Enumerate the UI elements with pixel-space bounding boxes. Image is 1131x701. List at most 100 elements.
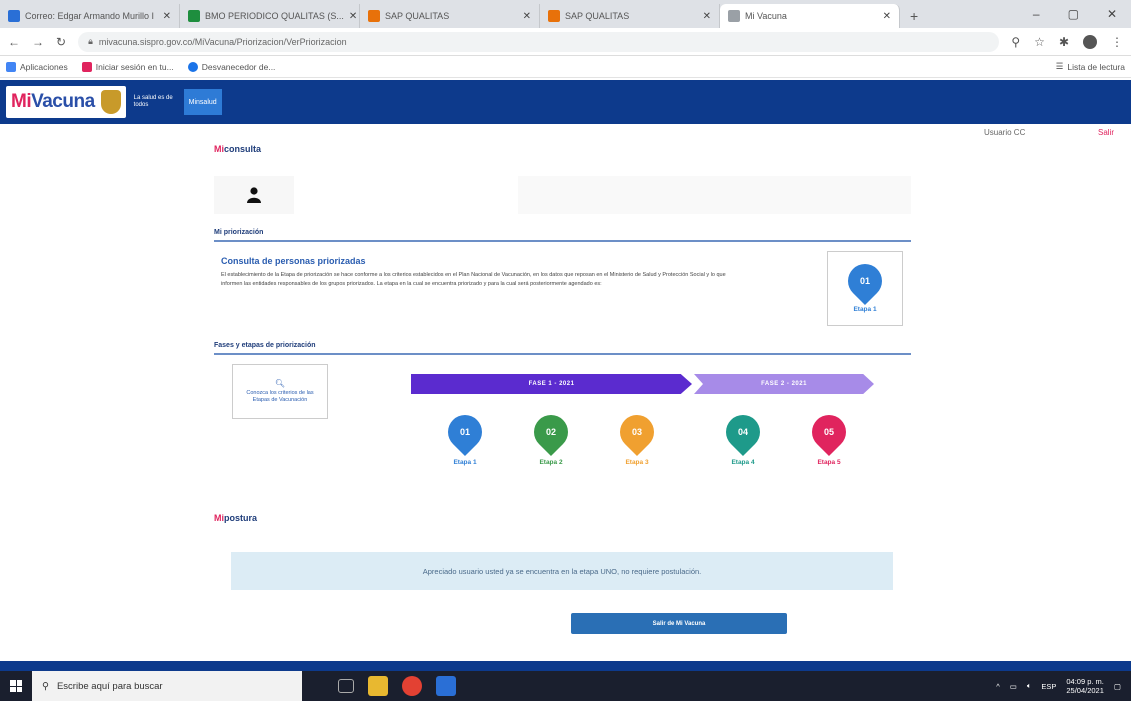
file-explorer-icon[interactable] xyxy=(368,676,388,696)
outlook-icon[interactable] xyxy=(436,676,456,696)
mail-icon xyxy=(8,10,20,22)
bookmark-apps[interactable]: Aplicaciones xyxy=(6,61,68,72)
sheet-icon xyxy=(188,10,200,22)
stage-label: Etapa 1 xyxy=(853,306,877,313)
zoom-icon[interactable]: ⚲ xyxy=(1011,35,1020,49)
close-icon[interactable]: ✕ xyxy=(703,11,711,22)
fases-subhead: Fases y etapas de priorización xyxy=(214,342,911,355)
logout-link[interactable]: Salir xyxy=(1098,128,1114,137)
salud-slogan: La salud es de todos xyxy=(133,95,173,108)
location-pin-icon: 05 xyxy=(804,407,854,457)
sap-icon xyxy=(548,10,560,22)
tab-title: BMO PERIODICO QUALITAS (S... xyxy=(205,11,344,21)
sap-icon xyxy=(368,10,380,22)
close-window-icon[interactable]: ✕ xyxy=(1107,7,1117,21)
windows-logo-icon xyxy=(10,680,22,692)
page-title: Miconsulta xyxy=(214,144,262,154)
profile-avatar[interactable] xyxy=(1083,34,1097,49)
window-controls: – ▢ ✕ xyxy=(1033,0,1131,28)
user-name: Usuario CC xyxy=(984,128,1026,137)
back-icon[interactable]: ← xyxy=(8,35,20,49)
stage-label: Etapa 5 xyxy=(817,459,841,466)
info-message: Apreciado usuario usted ya se encuentra … xyxy=(231,552,893,590)
current-stage-card: 01 Etapa 1 xyxy=(827,251,903,326)
volume-icon[interactable]: 🔈︎ xyxy=(1027,681,1032,691)
app-footer xyxy=(0,661,1131,671)
stage-label: Etapa 4 xyxy=(731,459,755,466)
browser-tab[interactable]: SAP QUALITAS ✕ xyxy=(360,4,540,28)
taskbar: ⚲ Escribe aquí para buscar ^ ▭ 🔈︎ ESP 04… xyxy=(0,671,1131,701)
stage-item[interactable]: 01 Etapa 1 xyxy=(435,407,495,466)
new-tab-button[interactable]: + xyxy=(900,4,928,28)
lock-icon: 🔒︎ xyxy=(88,36,93,46)
tab-title: SAP QUALITAS xyxy=(565,11,630,21)
globe-icon xyxy=(187,61,198,72)
postura-title: Mipostura xyxy=(214,513,258,523)
close-icon[interactable]: ✕ xyxy=(883,11,891,22)
tab-title: Correo: Edgar Armando Murillo I xyxy=(25,11,155,21)
stage-label: Etapa 2 xyxy=(539,459,563,466)
reading-list[interactable]: ☰ Lista de lectura xyxy=(1056,61,1125,72)
stage-item[interactable]: 02 Etapa 2 xyxy=(521,407,581,466)
minimize-icon[interactable]: – xyxy=(1033,7,1040,21)
tab-title: SAP QUALITAS xyxy=(385,11,450,21)
close-icon[interactable]: ✕ xyxy=(523,11,531,22)
coat-of-arms-icon xyxy=(100,90,121,114)
notifications-icon[interactable]: ▢ xyxy=(1114,682,1121,691)
bookmark-login[interactable]: Iniciar sesión en tu... xyxy=(81,61,174,72)
nav-minsalud[interactable]: Minsalud xyxy=(183,89,222,115)
forward-icon[interactable]: → xyxy=(32,35,44,49)
user-card xyxy=(214,176,911,214)
person-icon xyxy=(247,187,261,203)
location-pin-icon: 01 xyxy=(840,256,890,306)
browser-tab[interactable]: SAP QUALITAS ✕ xyxy=(540,4,720,28)
location-pin-icon: 01 xyxy=(440,407,490,457)
priorizacion-description: El establecimiento de la Etapa de priori… xyxy=(221,272,726,287)
location-pin-icon: 04 xyxy=(718,407,768,457)
url-text: mivacuna.sispro.gov.co/MiVacuna/Prioriza… xyxy=(98,36,347,47)
search-icon: 🔍︎ xyxy=(274,378,286,388)
stage-item[interactable]: 04 Etapa 4 xyxy=(713,407,773,466)
list-icon: ☰ xyxy=(1055,61,1064,71)
chrome-icon[interactable] xyxy=(402,676,422,696)
stage-label: Etapa 1 xyxy=(453,459,477,466)
close-icon[interactable]: ✕ xyxy=(163,11,171,22)
windows-icon xyxy=(81,61,92,72)
address-bar: ← → ↻ 🔒︎ mivacuna.sispro.gov.co/MiVacuna… xyxy=(0,28,1131,56)
page-icon xyxy=(728,10,740,22)
mivacuna-logo[interactable]: MiVacuna xyxy=(6,86,126,118)
browser-tab-active[interactable]: Mi Vacuna ✕ xyxy=(720,4,900,28)
location-pin-icon: 02 xyxy=(526,407,576,457)
network-icon[interactable]: ▭ xyxy=(1010,682,1017,691)
clock[interactable]: 04:09 p. m. 25/04/2021 xyxy=(1066,677,1104,695)
stage-item[interactable]: 05 Etapa 5 xyxy=(799,407,859,466)
user-info-panel xyxy=(518,176,911,214)
stage-item[interactable]: 03 Etapa 3 xyxy=(607,407,667,466)
user-avatar xyxy=(214,176,294,214)
menu-icon[interactable]: ⋮ xyxy=(1111,35,1123,49)
tab-title: Mi Vacuna xyxy=(745,11,787,21)
apps-icon xyxy=(6,61,16,72)
task-view-icon[interactable] xyxy=(338,679,354,693)
close-icon[interactable]: ✕ xyxy=(349,11,357,22)
star-icon[interactable]: ☆ xyxy=(1034,35,1045,49)
exit-button[interactable]: Salir de Mi Vacuna xyxy=(571,613,787,634)
url-field[interactable]: 🔒︎ mivacuna.sispro.gov.co/MiVacuna/Prior… xyxy=(78,31,1000,52)
criteria-button[interactable]: 🔍︎ Conozca los criterios de las Etapas d… xyxy=(232,364,328,419)
browser-tab[interactable]: Correo: Edgar Armando Murillo I ✕ xyxy=(0,4,180,28)
bookmarks-bar: Aplicaciones Iniciar sesión en tu... Des… xyxy=(0,56,1131,78)
browser-tab-bar: Correo: Edgar Armando Murillo I ✕ BMO PE… xyxy=(0,0,1131,28)
chevron-up-icon[interactable]: ^ xyxy=(996,682,1000,691)
search-icon: ⚲ xyxy=(42,680,49,692)
browser-tab[interactable]: BMO PERIODICO QUALITAS (S... ✕ xyxy=(180,4,360,28)
extensions-icon[interactable]: ✱ xyxy=(1059,35,1069,49)
reload-icon[interactable]: ↻ xyxy=(56,35,66,49)
stage-label: Etapa 3 xyxy=(625,459,649,466)
phase-2-banner: FASE 2 - 2021 xyxy=(694,374,874,394)
bookmark-desvanecedor[interactable]: Desvanecedor de... xyxy=(187,61,275,72)
restore-icon[interactable]: ▢ xyxy=(1068,7,1079,21)
language-indicator[interactable]: ESP xyxy=(1041,682,1056,691)
start-button[interactable] xyxy=(0,671,32,701)
phase-1-banner: FASE 1 - 2021 xyxy=(411,374,692,394)
taskbar-search[interactable]: ⚲ Escribe aquí para buscar xyxy=(32,671,302,701)
